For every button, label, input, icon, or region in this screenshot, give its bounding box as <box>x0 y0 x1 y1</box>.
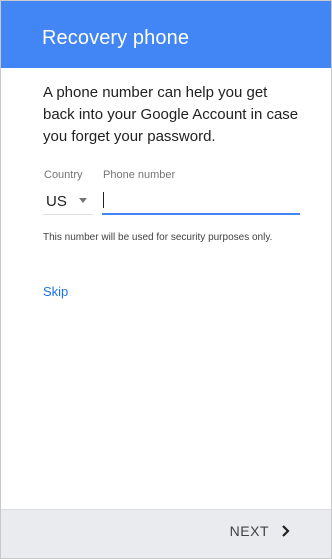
country-label: Country <box>44 169 83 181</box>
chevron-right-icon <box>282 525 290 537</box>
recovery-phone-screen: Recovery phone A phone number can help y… <box>0 0 332 559</box>
description-text: A phone number can help you get back int… <box>43 84 299 145</box>
header-bar: Recovery phone <box>1 1 331 68</box>
skip-link[interactable]: Skip <box>43 284 68 299</box>
next-button[interactable]: NEXT <box>230 523 291 539</box>
footer-bar: NEXT <box>1 509 331 558</box>
country-dropdown[interactable]: US <box>43 188 93 215</box>
next-label: NEXT <box>229 523 269 539</box>
page-title: Recovery phone <box>42 27 190 49</box>
country-value: US <box>46 193 67 210</box>
phone-number-label: Phone number <box>103 169 176 181</box>
caret-down-icon <box>79 198 87 203</box>
text-cursor <box>103 192 104 208</box>
security-note: This number will be used for security pu… <box>43 232 273 243</box>
phone-number-input[interactable] <box>102 187 300 215</box>
